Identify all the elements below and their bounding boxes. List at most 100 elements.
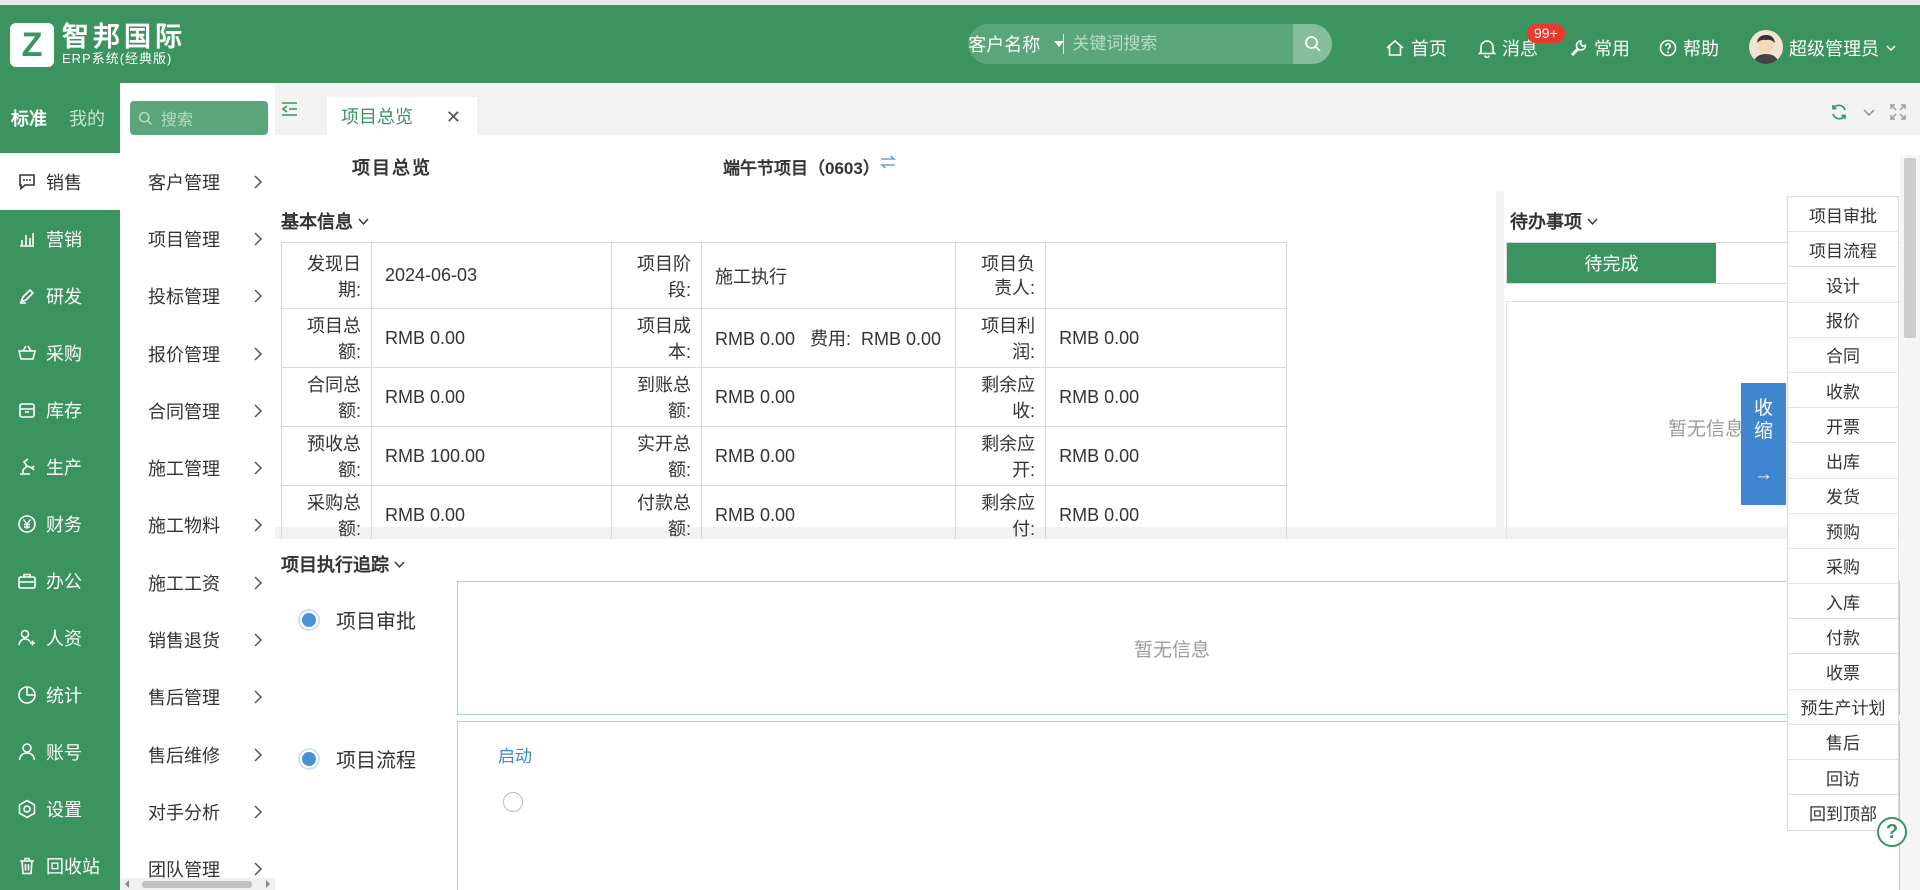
approval-section: 暂无信息 bbox=[457, 581, 1900, 715]
nav-home[interactable]: 首页 bbox=[1385, 35, 1447, 61]
chevron-right-icon bbox=[254, 175, 263, 189]
chevron-right-icon bbox=[254, 232, 263, 246]
arrow-right-icon: → bbox=[1754, 464, 1773, 485]
quick-nav-item[interactable]: 报价 bbox=[1788, 303, 1898, 338]
arrow-left-icon bbox=[125, 880, 129, 888]
quick-nav-item[interactable]: 入库 bbox=[1788, 584, 1898, 620]
sidebar-module-item[interactable]: 回收站 bbox=[0, 837, 120, 890]
sidebar-tab-standard[interactable]: 标准 bbox=[0, 105, 58, 131]
field-label: 实开总额: bbox=[611, 426, 702, 486]
todo-title[interactable]: 待办事项 bbox=[1510, 208, 1599, 234]
tracking-item-workflow[interactable]: 项目流程 bbox=[298, 744, 416, 773]
sidebar-module-item[interactable]: 研发 bbox=[0, 267, 120, 324]
workflow-section: 启动 bbox=[457, 721, 1900, 890]
quick-nav-item[interactable]: 付款 bbox=[1788, 619, 1898, 655]
submenu-item[interactable]: 客户管理 bbox=[120, 153, 275, 210]
submenu-item[interactable]: 售后维修 bbox=[120, 726, 275, 783]
bar-chart-icon bbox=[20, 232, 34, 247]
quick-nav-item[interactable]: 合同 bbox=[1788, 338, 1898, 373]
field-label: 合同总额: bbox=[281, 367, 372, 427]
quick-nav-item[interactable]: 项目审批 bbox=[1788, 197, 1898, 233]
basic-info-title[interactable]: 基本信息 bbox=[281, 208, 370, 234]
field-label: 到账总额: bbox=[611, 367, 702, 427]
sidebar-toggle-icon[interactable] bbox=[281, 101, 299, 117]
sidebar-module-item[interactable]: 采购 bbox=[0, 324, 120, 381]
page-vertical-scrollbar[interactable] bbox=[1900, 155, 1920, 890]
user-menu[interactable]: 超级管理员 bbox=[1789, 35, 1904, 61]
project-name: 端午节项目（0603） bbox=[723, 159, 880, 178]
approval-empty-text: 暂无信息 bbox=[1134, 640, 1211, 661]
todo-tab-pending[interactable]: 待完成 bbox=[1507, 243, 1716, 283]
submenu-item[interactable]: 对手分析 bbox=[120, 783, 275, 840]
submenu-item[interactable]: 合同管理 bbox=[120, 382, 275, 439]
app-logo[interactable]: Z 智邦国际 ERP系统(经典版) bbox=[10, 23, 186, 67]
messages-badge: 99+ bbox=[1527, 24, 1565, 43]
submenu-item[interactable]: 施工物料 bbox=[120, 497, 275, 554]
chevron-down-icon[interactable] bbox=[1862, 105, 1876, 119]
submenu-item[interactable]: 施工工资 bbox=[120, 554, 275, 611]
sidebar-module-item[interactable]: 设置 bbox=[0, 780, 120, 837]
fullscreen-icon[interactable] bbox=[1890, 104, 1906, 120]
field-label: 项目总额: bbox=[281, 308, 372, 368]
sidebar-module-item[interactable]: 营销 bbox=[0, 210, 120, 267]
swap-icon[interactable] bbox=[879, 154, 897, 170]
sidebar-horizontal-scrollbar[interactable] bbox=[120, 878, 275, 890]
pen-icon bbox=[19, 288, 35, 304]
avatar[interactable] bbox=[1749, 30, 1783, 64]
field-label: 项目利润: bbox=[955, 308, 1047, 368]
box-icon bbox=[19, 402, 35, 418]
radio-selected[interactable] bbox=[298, 608, 320, 631]
basic-info-panel: 基本信息 发现日期: 2024-06-03 项目阶段: 施工执行 项目负责人: 项目总额:… bbox=[275, 191, 1496, 545]
tab-project-overview[interactable]: 项目总览 ✕ bbox=[327, 97, 477, 135]
quick-nav-item[interactable]: 售后 bbox=[1788, 725, 1898, 760]
search-button[interactable] bbox=[1293, 24, 1332, 64]
quick-nav-item[interactable]: 出库 bbox=[1788, 443, 1898, 479]
chat-icon bbox=[19, 173, 35, 190]
sidebar-submenu: 客户管理 项目管理 投标管理 报价管理 合同管理 施工管理 施工物料 施工工资 销售退货 售后管理… bbox=[120, 153, 275, 880]
sidebar-module-item[interactable]: 财务 bbox=[0, 495, 120, 552]
quick-nav-item[interactable]: 采购 bbox=[1788, 549, 1898, 585]
submenu-item[interactable]: 项目管理 bbox=[120, 210, 275, 267]
submenu-item[interactable]: 投标管理 bbox=[120, 268, 275, 325]
sidebar-module-item[interactable]: 统计 bbox=[0, 666, 120, 723]
sidebar-module-item[interactable]: 生产 bbox=[0, 438, 120, 495]
search-input[interactable] bbox=[1064, 24, 1294, 64]
tracking-item-approval[interactable]: 项目审批 bbox=[298, 605, 416, 634]
quick-nav-item[interactable]: 收票 bbox=[1788, 654, 1898, 690]
quick-nav-item[interactable]: 发货 bbox=[1788, 479, 1898, 514]
field-value: 2024-06-03 bbox=[371, 242, 612, 309]
quick-nav-item[interactable]: 收款 bbox=[1788, 373, 1898, 409]
sidebar-module-item[interactable]: 账号 bbox=[0, 723, 120, 780]
submenu-item[interactable]: 施工管理 bbox=[120, 439, 275, 496]
quick-nav-item[interactable]: 设计 bbox=[1788, 267, 1898, 303]
quick-nav-item[interactable]: 回访 bbox=[1788, 760, 1898, 796]
field-label: 采购总额: bbox=[281, 485, 372, 545]
collapse-button[interactable]: 收 缩 → bbox=[1741, 383, 1786, 505]
sidebar-search-input[interactable]: 搜索 bbox=[130, 101, 268, 135]
tracking-title[interactable]: 项目执行追踪 bbox=[281, 551, 406, 577]
radio-selected[interactable] bbox=[298, 747, 320, 770]
quick-nav-item[interactable]: 开票 bbox=[1788, 408, 1898, 444]
sidebar-module-item[interactable]: 库存 bbox=[0, 381, 120, 438]
search-type-select[interactable]: 客户名称 bbox=[968, 24, 1065, 64]
sidebar-module-item[interactable]: 人资 bbox=[0, 609, 120, 666]
nav-favorites[interactable]: 常用 bbox=[1570, 35, 1630, 61]
table-row: 预收总额: RMB 100.00 实开总额: RMB 0.00 剩余应开: RMB 0.0… bbox=[281, 426, 1288, 486]
refresh-icon[interactable] bbox=[1830, 103, 1848, 121]
submenu-item[interactable]: 报价管理 bbox=[120, 325, 275, 382]
workflow-step-node[interactable] bbox=[503, 792, 523, 812]
briefcase-icon bbox=[18, 573, 36, 589]
chevron-down-icon bbox=[394, 561, 405, 568]
sidebar-module-item[interactable]: 办公 bbox=[0, 552, 120, 609]
sidebar-module-item[interactable]: 销售 bbox=[0, 153, 120, 210]
sidebar-tab-mine[interactable]: 我的 bbox=[58, 105, 116, 131]
help-float-button[interactable]: ? bbox=[1877, 817, 1907, 847]
nav-help[interactable]: 帮助 bbox=[1659, 35, 1719, 61]
quick-nav-item[interactable]: 预生产计划 bbox=[1788, 690, 1898, 725]
submenu-item[interactable]: 售后管理 bbox=[120, 669, 275, 726]
submenu-item[interactable]: 销售退货 bbox=[120, 611, 275, 668]
quick-nav-item[interactable]: 项目流程 bbox=[1788, 232, 1898, 268]
field-value: RMB 0.00 bbox=[1045, 308, 1288, 368]
close-icon[interactable]: ✕ bbox=[446, 107, 461, 128]
quick-nav-item[interactable]: 预购 bbox=[1788, 514, 1898, 549]
